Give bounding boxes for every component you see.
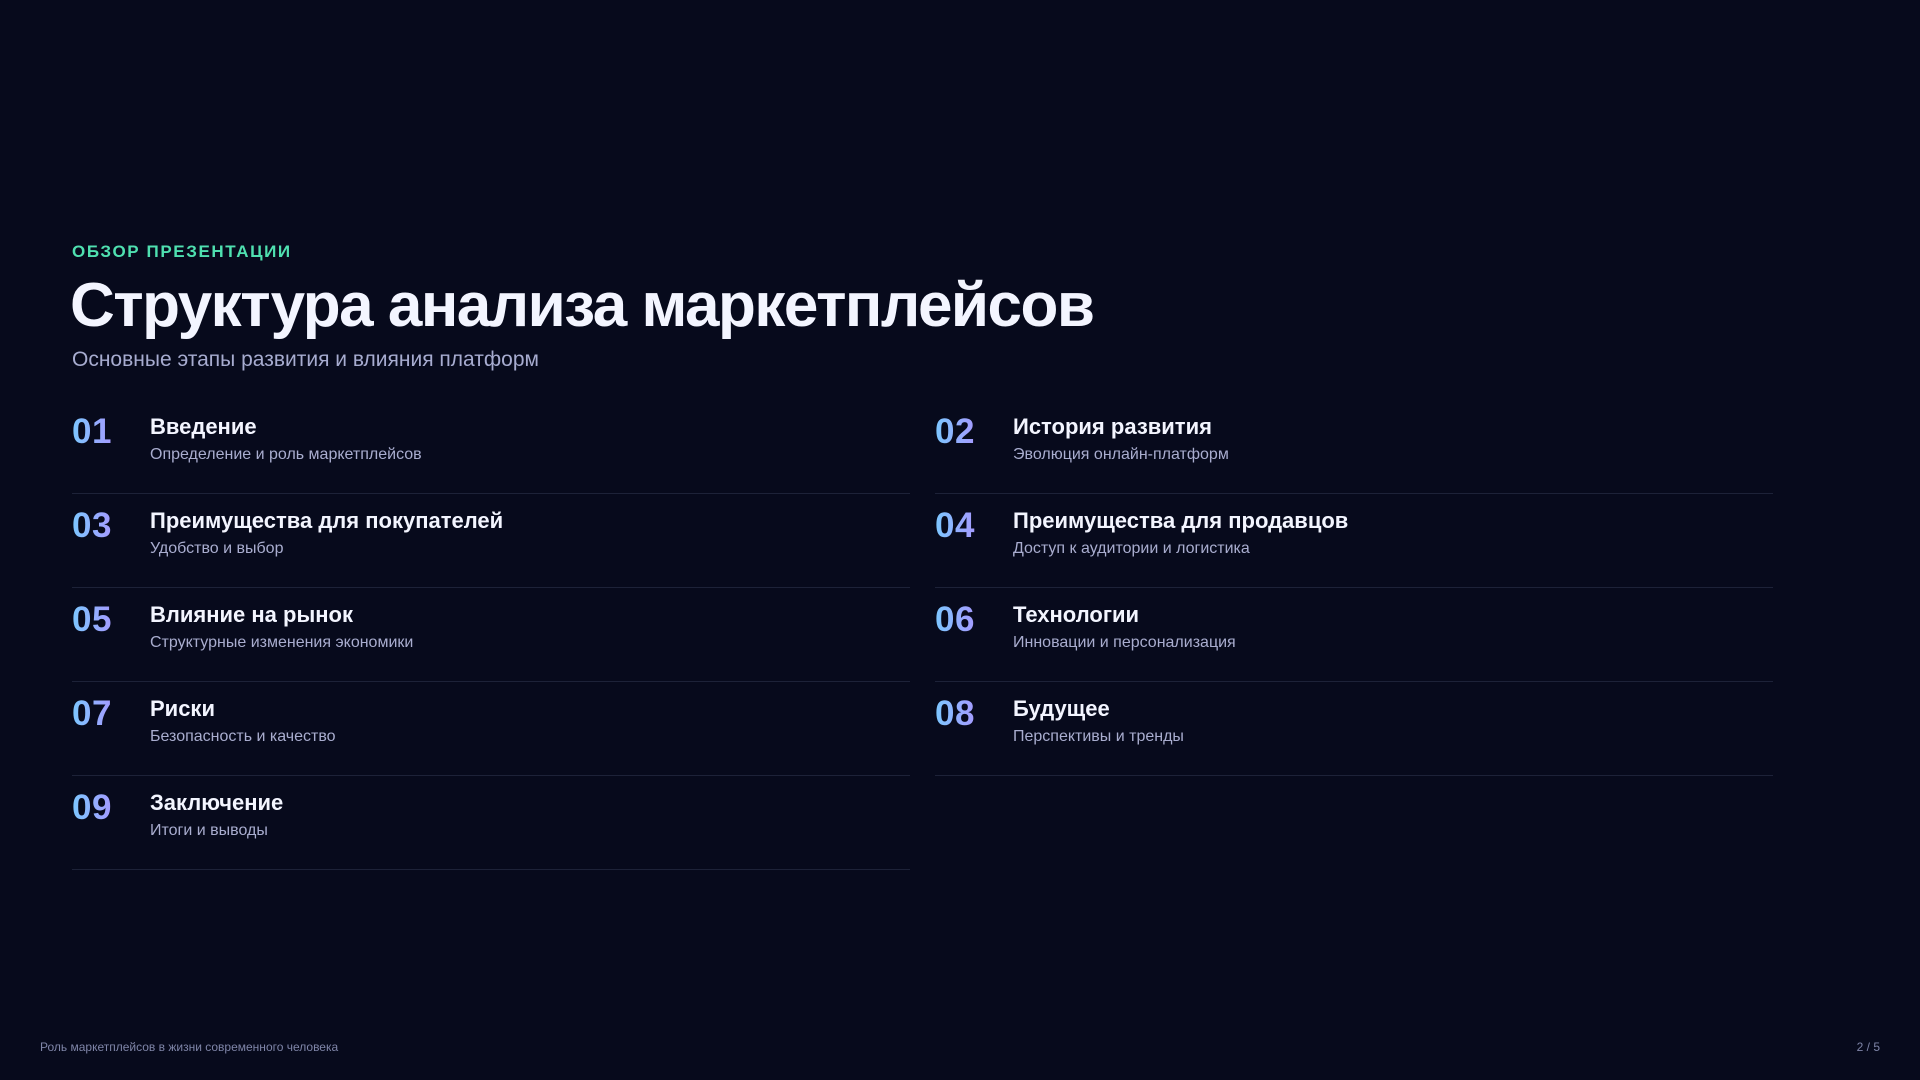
page-subtitle: Основные этапы развития и влияния платфо… — [72, 348, 539, 371]
agenda-item-08: 08 Будущее Перспективы и тренды — [935, 682, 1773, 776]
agenda-item-description: Перспективы и тренды — [1013, 728, 1184, 745]
agenda-item-09: 09 Заключение Итоги и выводы — [72, 776, 910, 870]
agenda-item-title: Риски — [150, 696, 215, 721]
agenda-grid: 01 Введение Определение и роль маркетпле… — [72, 400, 1773, 870]
agenda-item-03: 03 Преимущества для покупателей Удобство… — [72, 494, 910, 588]
agenda-item-title: Преимущества для продавцов — [1013, 508, 1349, 533]
agenda-item-02: 02 История развития Эволюция онлайн-плат… — [935, 400, 1773, 494]
slide: ОБЗОР ПРЕЗЕНТАЦИИ Структура анализа марк… — [0, 0, 1920, 1080]
agenda-item-number: 09 — [72, 788, 112, 827]
agenda-item-description: Итоги и выводы — [150, 822, 268, 839]
eyebrow-label: ОБЗОР ПРЕЗЕНТАЦИИ — [72, 242, 292, 261]
agenda-item-title: Введение — [150, 414, 257, 439]
agenda-item-title: Влияние на рынок — [150, 602, 353, 627]
agenda-item-description: Инновации и персонализация — [1013, 634, 1236, 651]
page-counter: 2 / 5 — [1856, 1040, 1880, 1054]
agenda-item-description: Доступ к аудитории и логистика — [1013, 540, 1250, 557]
agenda-item-05: 05 Влияние на рынок Структурные изменени… — [72, 588, 910, 682]
agenda-item-number: 08 — [935, 694, 975, 733]
agenda-item-number: 03 — [72, 506, 112, 545]
agenda-item-title: История развития — [1013, 414, 1212, 439]
agenda-item-number: 06 — [935, 600, 975, 639]
agenda-item-07: 07 Риски Безопасность и качество — [72, 682, 910, 776]
agenda-item-number: 07 — [72, 694, 112, 733]
agenda-item-description: Структурные изменения экономики — [150, 634, 414, 651]
page-title: Структура анализа маркетплейсов — [70, 271, 1095, 340]
agenda-item-title: Заключение — [150, 790, 284, 815]
agenda-item-title: Технологии — [1013, 602, 1140, 627]
agenda-item-title: Преимущества для покупателей — [150, 508, 504, 533]
agenda-item-number: 01 — [72, 412, 112, 451]
agenda-item-description: Определение и роль маркетплейсов — [150, 446, 422, 463]
agenda-item-title: Будущее — [1013, 696, 1110, 721]
agenda-item-number: 05 — [72, 600, 112, 639]
agenda-item-description: Безопасность и качество — [150, 728, 336, 745]
agenda-item-number: 04 — [935, 506, 975, 545]
footer-caption: Роль маркетплейсов в жизни современного … — [40, 1040, 339, 1054]
agenda-item-06: 06 Технологии Инновации и персонализация — [935, 588, 1773, 682]
agenda-item-04: 04 Преимущества для продавцов Доступ к а… — [935, 494, 1773, 588]
agenda-item-description: Удобство и выбор — [150, 540, 284, 557]
agenda-item-number: 02 — [935, 412, 975, 451]
agenda-item-01: 01 Введение Определение и роль маркетпле… — [72, 400, 910, 494]
agenda-item-description: Эволюция онлайн-платформ — [1013, 446, 1229, 463]
